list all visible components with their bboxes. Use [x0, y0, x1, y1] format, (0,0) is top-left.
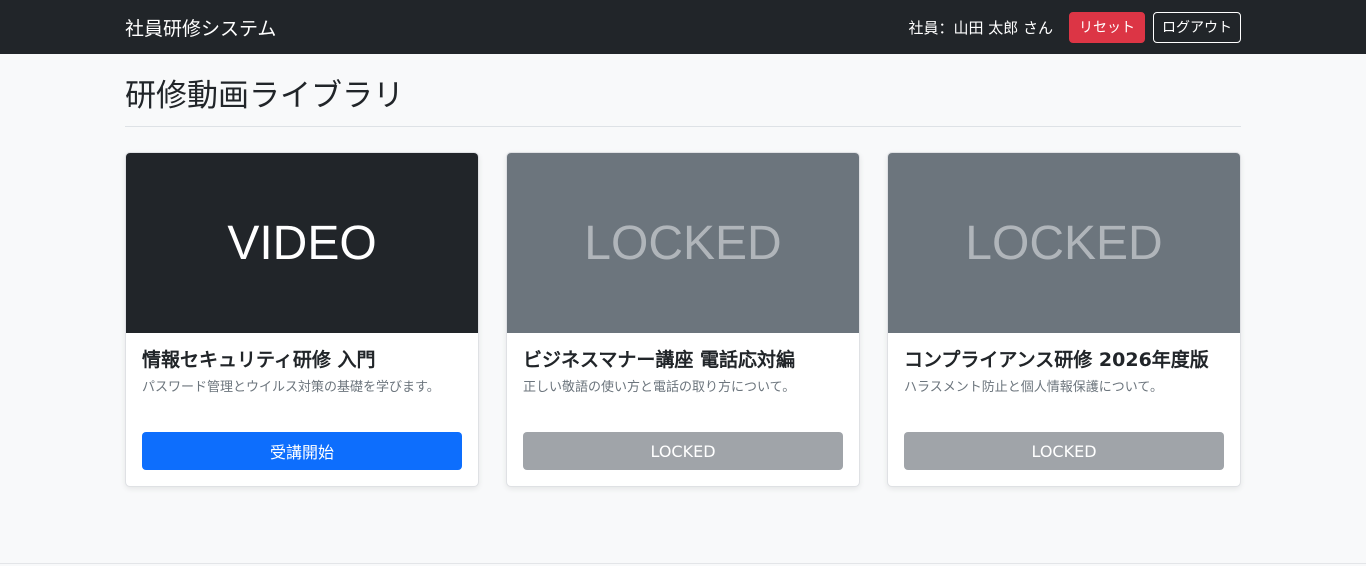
card-title: 情報セキュリティ研修 入門 [142, 349, 376, 371]
locked-thumbnail: LOCKED [507, 153, 859, 333]
card-description: ハラスメント防止と個人情報保護について。 [904, 380, 1163, 395]
video-thumbnail[interactable]: VIDEO [126, 153, 478, 333]
main-content: 研修動画ライブラリ VIDEO 情報セキュリティ研修 入門 パスワード管理とウイ… [125, 76, 1241, 487]
video-card: VIDEO 情報セキュリティ研修 入門 パスワード管理とウイルス対策の基礎を学び… [125, 152, 479, 487]
card-description: 正しい敬語の使い方と電話の取り方について。 [523, 380, 796, 395]
start-course-button[interactable]: 受講開始 [142, 432, 462, 470]
navbar: 社員研修システム 社員：山田 太郎 さん リセット ログアウト [0, 0, 1366, 54]
video-card: LOCKED コンプライアンス研修 2026年度版 ハラスメント防止と個人情報保… [887, 152, 1241, 487]
navbar-inner: 社員研修システム 社員：山田 太郎 さん リセット ログアウト [125, 11, 1241, 43]
logout-button[interactable]: ログアウト [1153, 11, 1241, 43]
locked-button: LOCKED [523, 432, 843, 470]
brand-title[interactable]: 社員研修システム [125, 14, 276, 41]
page-title: 研修動画ライブラリ [125, 76, 1241, 127]
card-body: ビジネスマナー講座 電話応対編 正しい敬語の使い方と電話の取り方について。 LO… [507, 333, 859, 486]
card-body: 情報セキュリティ研修 入門 パスワード管理とウイルス対策の基礎を学びます。 受講… [126, 333, 478, 486]
user-label: 社員：山田 太郎 さん [908, 18, 1053, 37]
card-title: コンプライアンス研修 2026年度版 [904, 349, 1209, 371]
video-card-list: VIDEO 情報セキュリティ研修 入門 パスワード管理とウイルス対策の基礎を学び… [125, 152, 1241, 487]
reset-button[interactable]: リセット [1069, 11, 1145, 43]
card-description: パスワード管理とウイルス対策の基礎を学びます。 [142, 380, 440, 395]
locked-button: LOCKED [904, 432, 1224, 470]
card-body: コンプライアンス研修 2026年度版 ハラスメント防止と個人情報保護について。 … [888, 333, 1240, 486]
footer-divider [0, 563, 1366, 564]
navbar-right: 社員：山田 太郎 さん リセット ログアウト [908, 11, 1241, 43]
locked-thumbnail: LOCKED [888, 153, 1240, 333]
video-card: LOCKED ビジネスマナー講座 電話応対編 正しい敬語の使い方と電話の取り方に… [506, 152, 860, 487]
card-title: ビジネスマナー講座 電話応対編 [523, 349, 796, 371]
